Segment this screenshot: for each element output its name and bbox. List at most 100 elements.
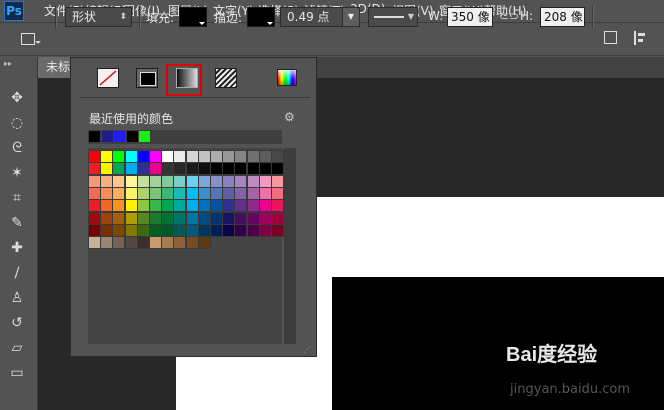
stroke-type-select[interactable]: ▼ — [368, 7, 418, 27]
color-swatch[interactable] — [197, 223, 211, 237]
history-brush-tool-icon[interactable]: ↺ — [7, 313, 27, 333]
color-swatch[interactable] — [246, 223, 260, 237]
color-swatch[interactable] — [100, 162, 114, 176]
color-swatch[interactable] — [136, 150, 150, 163]
color-swatch[interactable] — [124, 211, 138, 225]
color-swatch[interactable] — [258, 174, 272, 188]
color-swatch[interactable] — [197, 211, 211, 225]
color-swatch[interactable] — [222, 162, 236, 176]
eraser-tool-icon[interactable]: ▱ — [7, 338, 27, 358]
color-swatch[interactable] — [136, 211, 150, 225]
color-swatch[interactable] — [258, 162, 272, 176]
color-swatch[interactable] — [185, 150, 199, 163]
color-swatch[interactable] — [258, 223, 272, 237]
color-swatch[interactable] — [173, 150, 187, 163]
color-swatch[interactable] — [136, 174, 150, 188]
color-swatch[interactable] — [185, 162, 199, 176]
color-swatch[interactable] — [197, 236, 211, 250]
color-swatch[interactable] — [185, 186, 199, 200]
color-swatch[interactable] — [100, 186, 114, 200]
color-picker-button[interactable] — [277, 69, 297, 86]
color-swatch[interactable] — [222, 174, 236, 188]
gradient-tool-icon[interactable]: ▭ — [7, 363, 27, 383]
stroke-width-field[interactable]: 0.49 点 ▼ — [280, 7, 360, 27]
color-swatch[interactable] — [246, 162, 260, 176]
color-swatch[interactable] — [136, 186, 150, 200]
color-swatch[interactable] — [173, 236, 187, 250]
mode-select[interactable]: 形状 ⬍ — [65, 7, 132, 27]
color-swatch[interactable] — [112, 174, 126, 188]
color-swatch[interactable] — [161, 199, 175, 213]
color-swatch[interactable] — [88, 174, 101, 188]
width-field[interactable]: 350 像 — [447, 7, 493, 27]
color-swatch[interactable] — [100, 199, 114, 213]
color-swatch[interactable] — [161, 150, 175, 163]
recent-color-swatch[interactable] — [126, 131, 138, 142]
color-swatch[interactable] — [149, 186, 162, 200]
color-swatch[interactable] — [271, 162, 284, 176]
color-swatch[interactable] — [246, 186, 260, 200]
color-swatch[interactable] — [149, 211, 162, 225]
color-swatch[interactable] — [197, 199, 211, 213]
color-swatch[interactable] — [197, 186, 211, 200]
color-swatch[interactable] — [100, 236, 114, 250]
color-swatch[interactable] — [258, 186, 272, 200]
color-swatch[interactable] — [112, 199, 126, 213]
color-swatch[interactable] — [161, 236, 175, 250]
color-swatch[interactable] — [161, 211, 175, 225]
link-icon[interactable]: ⊂⊃ — [499, 10, 519, 23]
color-swatch[interactable] — [124, 223, 138, 237]
color-swatch[interactable] — [112, 211, 126, 225]
color-swatch[interactable] — [222, 150, 236, 163]
color-swatch[interactable] — [173, 174, 187, 188]
fill-type-pattern-button[interactable] — [215, 68, 237, 88]
color-swatch[interactable] — [271, 199, 284, 213]
color-swatch[interactable] — [112, 236, 126, 250]
color-swatch[interactable] — [222, 211, 236, 225]
color-swatch[interactable] — [149, 236, 162, 250]
swatch-scrollbar[interactable] — [284, 148, 296, 344]
color-swatch[interactable] — [222, 186, 236, 200]
color-swatch[interactable] — [271, 186, 284, 200]
color-swatch[interactable] — [197, 150, 211, 163]
height-field[interactable]: 208 像 — [540, 7, 585, 27]
recent-color-swatch[interactable] — [139, 131, 150, 142]
color-swatch[interactable] — [197, 162, 211, 176]
color-swatch[interactable] — [234, 174, 248, 188]
color-swatch[interactable] — [112, 186, 126, 200]
color-swatch[interactable] — [149, 199, 162, 213]
color-swatch[interactable] — [124, 174, 138, 188]
color-swatch[interactable] — [185, 223, 199, 237]
color-swatch[interactable] — [112, 162, 126, 176]
color-swatch[interactable] — [88, 236, 101, 250]
color-swatch[interactable] — [197, 174, 211, 188]
color-swatch[interactable] — [124, 236, 138, 250]
color-swatch[interactable] — [271, 150, 284, 163]
color-swatch[interactable] — [271, 211, 284, 225]
color-swatch[interactable] — [173, 211, 187, 225]
color-swatch[interactable] — [161, 186, 175, 200]
eyedropper-tool-icon[interactable]: ✎ — [7, 213, 27, 233]
stamp-tool-icon[interactable]: ♙ — [7, 288, 27, 308]
color-swatch[interactable] — [88, 223, 101, 237]
color-swatch[interactable] — [234, 211, 248, 225]
color-swatch[interactable] — [271, 174, 284, 188]
color-swatch[interactable] — [149, 174, 162, 188]
color-swatch[interactable] — [173, 186, 187, 200]
panel-collapse-icon[interactable]: ▸▸ — [4, 59, 12, 68]
color-swatch[interactable] — [185, 199, 199, 213]
path-operations-icon[interactable] — [604, 31, 617, 44]
color-swatch[interactable] — [124, 199, 138, 213]
healing-tool-icon[interactable]: ✚ — [7, 238, 27, 258]
color-swatch[interactable] — [234, 162, 248, 176]
color-swatch[interactable] — [124, 162, 138, 176]
color-swatch[interactable] — [149, 223, 162, 237]
fill-type-no-color-button[interactable] — [97, 68, 119, 88]
color-swatch[interactable] — [234, 223, 248, 237]
color-swatch[interactable] — [112, 223, 126, 237]
color-swatch[interactable] — [210, 223, 223, 237]
color-swatch[interactable] — [88, 186, 101, 200]
color-swatch[interactable] — [258, 150, 272, 163]
color-swatch[interactable] — [210, 174, 223, 188]
color-swatch[interactable] — [210, 199, 223, 213]
